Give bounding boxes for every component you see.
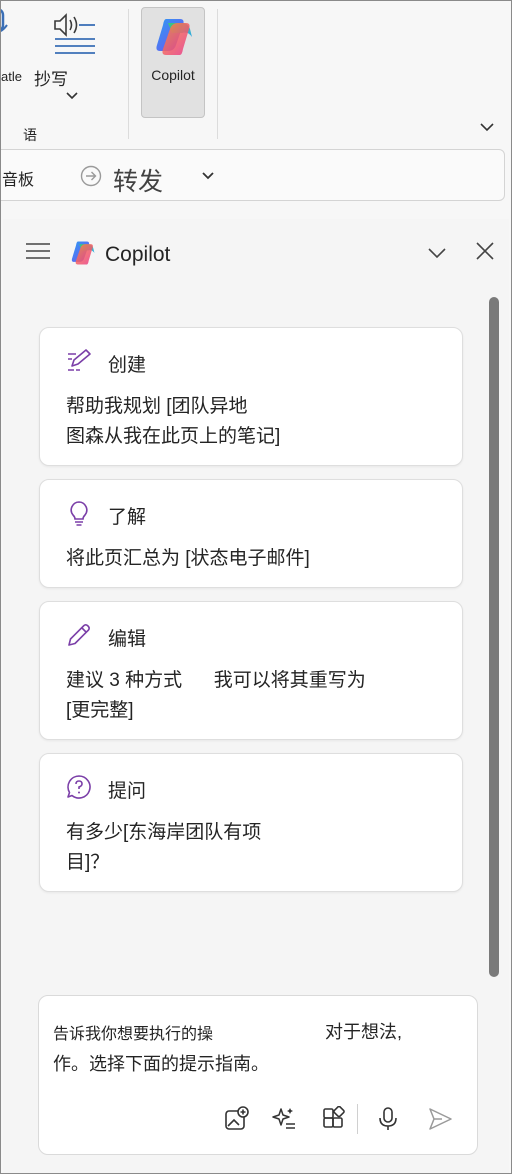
pencil-icon [68, 624, 90, 646]
composer-placeholder: 对于想法, [325, 1022, 403, 1042]
card-body-line: 帮助我规划 [团队异地 [66, 396, 248, 417]
dictate-button-label[interactable]: 抄写 [34, 65, 68, 90]
close-icon[interactable] [475, 241, 495, 261]
forward-arrow-icon[interactable] [80, 165, 102, 187]
card-body-line: 目]？ [66, 852, 110, 873]
forward-button-label[interactable]: 转发 [113, 162, 163, 198]
prompt-card-edit[interactable]: 编辑 建议 3 种方式 我可以将其重写为 [更完整] [39, 601, 463, 740]
ribbon-group-label: 语 [23, 127, 37, 143]
dictate-speaker-icon[interactable] [51, 9, 97, 55]
add-image-icon[interactable] [223, 1106, 249, 1132]
app-window: atle 抄写 语 Copilot 音板 转发 Copilot 创建 帮助我规划… [0, 0, 512, 1174]
pane-header: Copilot [3, 219, 509, 289]
card-body: 帮助我规划 [团队异地 图森从我在此页上的笔记] [66, 392, 280, 452]
composer-toolbar-divider [357, 1104, 358, 1134]
chevron-down-icon[interactable] [65, 91, 79, 101]
ribbon-divider [128, 9, 129, 139]
card-title: 了解 [108, 507, 147, 528]
pane-title: Copilot [105, 243, 171, 266]
apps-grid-icon[interactable] [321, 1106, 347, 1132]
chat-composer[interactable]: 告诉我你想要执行的操 对于想法, 作。选择下面的提示指南。 [38, 995, 478, 1155]
card-body: 建议 3 种方式 我可以将其重写为 [更完整] [66, 666, 366, 726]
ribbon-expand-chevron-icon[interactable] [479, 121, 495, 133]
clipboard-partial-label[interactable]: 音板 [2, 166, 34, 190]
card-body-line: 将此页汇总为 [状态电子邮件] [66, 548, 310, 569]
copilot-ribbon-label: Copilot [151, 67, 195, 83]
caret-down-icon[interactable] [202, 172, 214, 180]
copilot-logo-icon [156, 19, 192, 55]
pane-scrollbar[interactable] [489, 297, 499, 977]
card-title: 编辑 [108, 629, 147, 650]
hamburger-menu-icon[interactable] [25, 241, 51, 261]
copilot-ribbon-button[interactable]: Copilot [141, 7, 205, 118]
microphone-icon[interactable] [0, 7, 9, 43]
microphone-icon[interactable] [375, 1106, 401, 1132]
ribbon: atle 抄写 语 Copilot [1, 1, 511, 147]
ribbon-divider [217, 9, 218, 139]
copilot-logo-icon [71, 241, 95, 265]
prompt-card-understand[interactable]: 了解 将此页汇总为 [状态电子邮件] [39, 479, 463, 588]
send-icon[interactable] [427, 1106, 453, 1132]
card-title: 创建 [108, 355, 147, 376]
ribbon-partial-label: atle [1, 69, 22, 84]
copilot-pane: Copilot 创建 帮助我规划 [团队异地 图森从我在此页上的笔记] 了解 将… [3, 219, 509, 1173]
chevron-down-icon[interactable] [427, 247, 447, 259]
compose-pen-icon [68, 349, 91, 371]
quick-toolbar: 音板 转发 [1, 149, 505, 201]
card-title: 提问 [108, 781, 147, 802]
card-body: 有多少[东海岸团队有项 目]？ [66, 818, 261, 878]
prompt-card-create[interactable]: 创建 帮助我规划 [团队异地 图森从我在此页上的笔记] [39, 327, 463, 466]
card-body-line: [更完整] [66, 700, 134, 721]
question-bubble-icon [67, 775, 91, 799]
lightbulb-icon [70, 501, 88, 526]
card-body-line: 图森从我在此页上的笔记] [66, 426, 281, 447]
card-body: 将此页汇总为 [状态电子邮件] [66, 544, 310, 574]
prompt-card-ask[interactable]: 提问 有多少[东海岸团队有项 目]？ [39, 753, 463, 892]
composer-placeholder: 告诉我你想要执行的操 [53, 1026, 214, 1043]
sparkle-prompts-icon[interactable] [271, 1106, 297, 1132]
card-body-line: 有多少[东海岸团队有项 [66, 822, 262, 843]
card-body-line: 建议 3 种方式 我可以将其重写为 [66, 670, 366, 691]
composer-placeholder: 作。选择下面的提示指南。 [53, 1054, 269, 1074]
